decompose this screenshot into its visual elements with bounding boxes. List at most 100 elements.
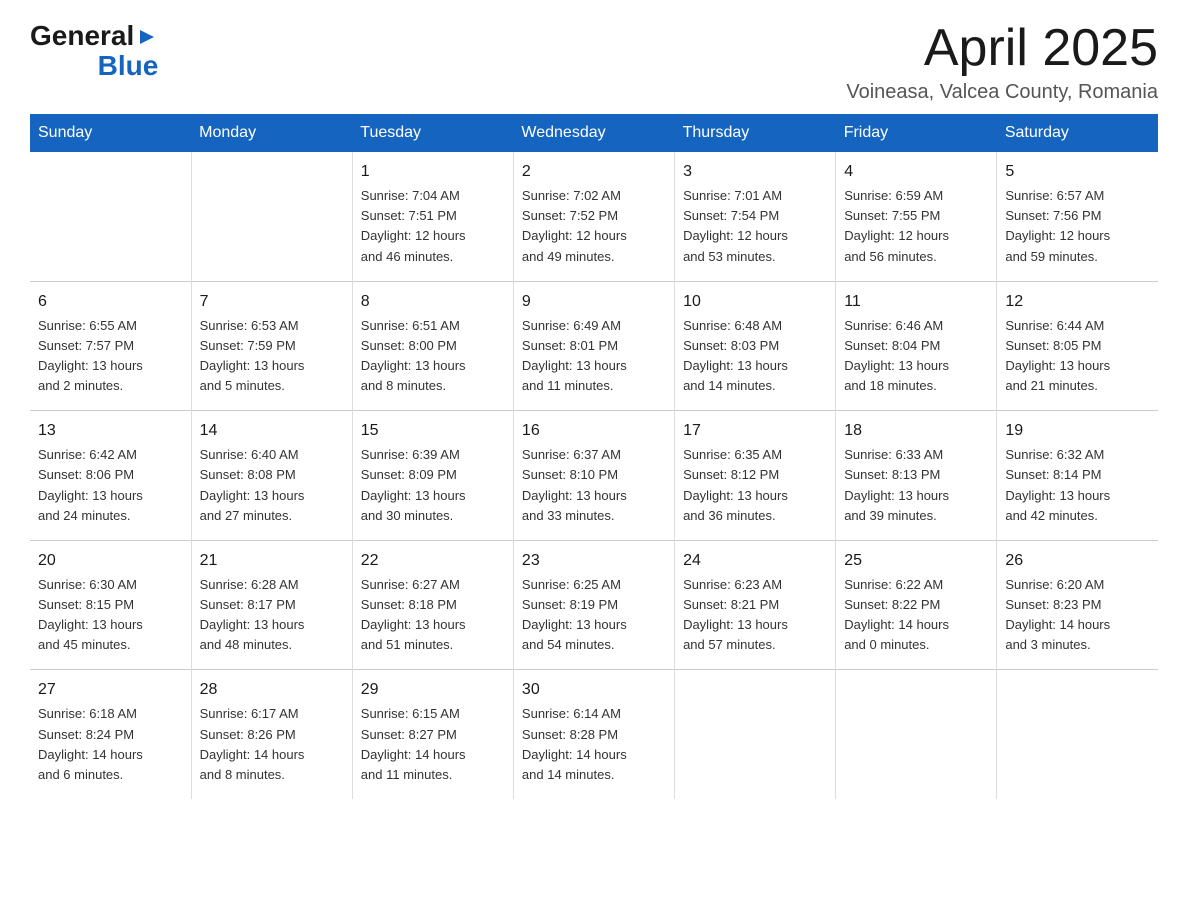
calendar-cell: 2Sunrise: 7:02 AM Sunset: 7:52 PM Daylig… — [513, 152, 674, 281]
calendar-cell: 24Sunrise: 6:23 AM Sunset: 8:21 PM Dayli… — [675, 540, 836, 670]
calendar-cell — [997, 670, 1158, 799]
day-number: 22 — [361, 549, 505, 573]
calendar-cell — [191, 152, 352, 281]
title-block: April 2025 Voineasa, Valcea County, Roma… — [846, 20, 1158, 104]
day-number: 1 — [361, 160, 505, 184]
calendar-cell: 1Sunrise: 7:04 AM Sunset: 7:51 PM Daylig… — [352, 152, 513, 281]
calendar-cell: 14Sunrise: 6:40 AM Sunset: 8:08 PM Dayli… — [191, 411, 352, 541]
calendar-cell: 11Sunrise: 6:46 AM Sunset: 8:04 PM Dayli… — [836, 281, 997, 411]
day-detail: Sunrise: 6:55 AM Sunset: 7:57 PM Dayligh… — [38, 316, 183, 397]
day-number: 26 — [1005, 549, 1150, 573]
day-number: 27 — [38, 678, 183, 702]
day-number: 21 — [200, 549, 344, 573]
logo-blue-text: Blue — [98, 50, 159, 82]
calendar-cell: 25Sunrise: 6:22 AM Sunset: 8:22 PM Dayli… — [836, 540, 997, 670]
calendar-cell: 8Sunrise: 6:51 AM Sunset: 8:00 PM Daylig… — [352, 281, 513, 411]
day-number: 20 — [38, 549, 183, 573]
day-detail: Sunrise: 6:20 AM Sunset: 8:23 PM Dayligh… — [1005, 575, 1150, 656]
day-detail: Sunrise: 6:49 AM Sunset: 8:01 PM Dayligh… — [522, 316, 666, 397]
weekday-header-saturday: Saturday — [997, 114, 1158, 152]
logo-arrow-icon — [136, 26, 158, 48]
calendar-cell: 7Sunrise: 6:53 AM Sunset: 7:59 PM Daylig… — [191, 281, 352, 411]
calendar-cell: 12Sunrise: 6:44 AM Sunset: 8:05 PM Dayli… — [997, 281, 1158, 411]
calendar-header-row: SundayMondayTuesdayWednesdayThursdayFrid… — [30, 114, 1158, 152]
calendar-cell: 6Sunrise: 6:55 AM Sunset: 7:57 PM Daylig… — [30, 281, 191, 411]
calendar-cell: 28Sunrise: 6:17 AM Sunset: 8:26 PM Dayli… — [191, 670, 352, 799]
calendar-cell: 23Sunrise: 6:25 AM Sunset: 8:19 PM Dayli… — [513, 540, 674, 670]
day-number: 17 — [683, 419, 827, 443]
day-number: 24 — [683, 549, 827, 573]
day-detail: Sunrise: 6:57 AM Sunset: 7:56 PM Dayligh… — [1005, 186, 1150, 267]
day-number: 15 — [361, 419, 505, 443]
day-number: 2 — [522, 160, 666, 184]
calendar-cell: 21Sunrise: 6:28 AM Sunset: 8:17 PM Dayli… — [191, 540, 352, 670]
page-header: General Blue April 2025 Voineasa, Valcea… — [30, 20, 1158, 104]
calendar-cell: 4Sunrise: 6:59 AM Sunset: 7:55 PM Daylig… — [836, 152, 997, 281]
calendar-cell: 29Sunrise: 6:15 AM Sunset: 8:27 PM Dayli… — [352, 670, 513, 799]
day-detail: Sunrise: 6:27 AM Sunset: 8:18 PM Dayligh… — [361, 575, 505, 656]
page-subtitle: Voineasa, Valcea County, Romania — [846, 81, 1158, 104]
calendar-week-row: 27Sunrise: 6:18 AM Sunset: 8:24 PM Dayli… — [30, 670, 1158, 799]
day-detail: Sunrise: 6:48 AM Sunset: 8:03 PM Dayligh… — [683, 316, 827, 397]
day-number: 16 — [522, 419, 666, 443]
day-detail: Sunrise: 6:53 AM Sunset: 7:59 PM Dayligh… — [200, 316, 344, 397]
day-number: 4 — [844, 160, 988, 184]
day-detail: Sunrise: 7:01 AM Sunset: 7:54 PM Dayligh… — [683, 186, 827, 267]
calendar-cell: 18Sunrise: 6:33 AM Sunset: 8:13 PM Dayli… — [836, 411, 997, 541]
day-detail: Sunrise: 6:40 AM Sunset: 8:08 PM Dayligh… — [200, 445, 344, 526]
weekday-header-sunday: Sunday — [30, 114, 191, 152]
day-number: 18 — [844, 419, 988, 443]
calendar-week-row: 20Sunrise: 6:30 AM Sunset: 8:15 PM Dayli… — [30, 540, 1158, 670]
day-number: 23 — [522, 549, 666, 573]
day-number: 28 — [200, 678, 344, 702]
day-number: 14 — [200, 419, 344, 443]
day-detail: Sunrise: 7:02 AM Sunset: 7:52 PM Dayligh… — [522, 186, 666, 267]
calendar-cell: 22Sunrise: 6:27 AM Sunset: 8:18 PM Dayli… — [352, 540, 513, 670]
day-number: 19 — [1005, 419, 1150, 443]
calendar-table: SundayMondayTuesdayWednesdayThursdayFrid… — [30, 114, 1158, 799]
day-detail: Sunrise: 6:46 AM Sunset: 8:04 PM Dayligh… — [844, 316, 988, 397]
day-number: 11 — [844, 290, 988, 314]
day-number: 7 — [200, 290, 344, 314]
day-number: 13 — [38, 419, 183, 443]
day-number: 25 — [844, 549, 988, 573]
day-detail: Sunrise: 6:35 AM Sunset: 8:12 PM Dayligh… — [683, 445, 827, 526]
day-detail: Sunrise: 6:23 AM Sunset: 8:21 PM Dayligh… — [683, 575, 827, 656]
calendar-cell — [30, 152, 191, 281]
day-detail: Sunrise: 6:42 AM Sunset: 8:06 PM Dayligh… — [38, 445, 183, 526]
weekday-header-thursday: Thursday — [675, 114, 836, 152]
logo-general-text: General — [30, 20, 134, 52]
calendar-cell: 9Sunrise: 6:49 AM Sunset: 8:01 PM Daylig… — [513, 281, 674, 411]
day-detail: Sunrise: 6:15 AM Sunset: 8:27 PM Dayligh… — [361, 704, 505, 785]
day-detail: Sunrise: 6:22 AM Sunset: 8:22 PM Dayligh… — [844, 575, 988, 656]
day-number: 9 — [522, 290, 666, 314]
calendar-week-row: 1Sunrise: 7:04 AM Sunset: 7:51 PM Daylig… — [30, 152, 1158, 281]
day-detail: Sunrise: 6:28 AM Sunset: 8:17 PM Dayligh… — [200, 575, 344, 656]
day-detail: Sunrise: 6:39 AM Sunset: 8:09 PM Dayligh… — [361, 445, 505, 526]
calendar-week-row: 6Sunrise: 6:55 AM Sunset: 7:57 PM Daylig… — [30, 281, 1158, 411]
calendar-cell: 17Sunrise: 6:35 AM Sunset: 8:12 PM Dayli… — [675, 411, 836, 541]
calendar-cell: 13Sunrise: 6:42 AM Sunset: 8:06 PM Dayli… — [30, 411, 191, 541]
weekday-header-monday: Monday — [191, 114, 352, 152]
calendar-cell: 19Sunrise: 6:32 AM Sunset: 8:14 PM Dayli… — [997, 411, 1158, 541]
day-number: 5 — [1005, 160, 1150, 184]
calendar-cell: 16Sunrise: 6:37 AM Sunset: 8:10 PM Dayli… — [513, 411, 674, 541]
weekday-header-wednesday: Wednesday — [513, 114, 674, 152]
day-detail: Sunrise: 6:25 AM Sunset: 8:19 PM Dayligh… — [522, 575, 666, 656]
day-detail: Sunrise: 6:37 AM Sunset: 8:10 PM Dayligh… — [522, 445, 666, 526]
day-detail: Sunrise: 6:59 AM Sunset: 7:55 PM Dayligh… — [844, 186, 988, 267]
day-detail: Sunrise: 6:33 AM Sunset: 8:13 PM Dayligh… — [844, 445, 988, 526]
calendar-cell: 20Sunrise: 6:30 AM Sunset: 8:15 PM Dayli… — [30, 540, 191, 670]
day-detail: Sunrise: 6:32 AM Sunset: 8:14 PM Dayligh… — [1005, 445, 1150, 526]
day-detail: Sunrise: 6:14 AM Sunset: 8:28 PM Dayligh… — [522, 704, 666, 785]
calendar-cell: 15Sunrise: 6:39 AM Sunset: 8:09 PM Dayli… — [352, 411, 513, 541]
day-number: 6 — [38, 290, 183, 314]
calendar-cell: 30Sunrise: 6:14 AM Sunset: 8:28 PM Dayli… — [513, 670, 674, 799]
weekday-header-friday: Friday — [836, 114, 997, 152]
calendar-cell: 10Sunrise: 6:48 AM Sunset: 8:03 PM Dayli… — [675, 281, 836, 411]
day-detail: Sunrise: 6:30 AM Sunset: 8:15 PM Dayligh… — [38, 575, 183, 656]
calendar-cell: 27Sunrise: 6:18 AM Sunset: 8:24 PM Dayli… — [30, 670, 191, 799]
calendar-cell: 3Sunrise: 7:01 AM Sunset: 7:54 PM Daylig… — [675, 152, 836, 281]
calendar-cell: 26Sunrise: 6:20 AM Sunset: 8:23 PM Dayli… — [997, 540, 1158, 670]
day-detail: Sunrise: 6:51 AM Sunset: 8:00 PM Dayligh… — [361, 316, 505, 397]
